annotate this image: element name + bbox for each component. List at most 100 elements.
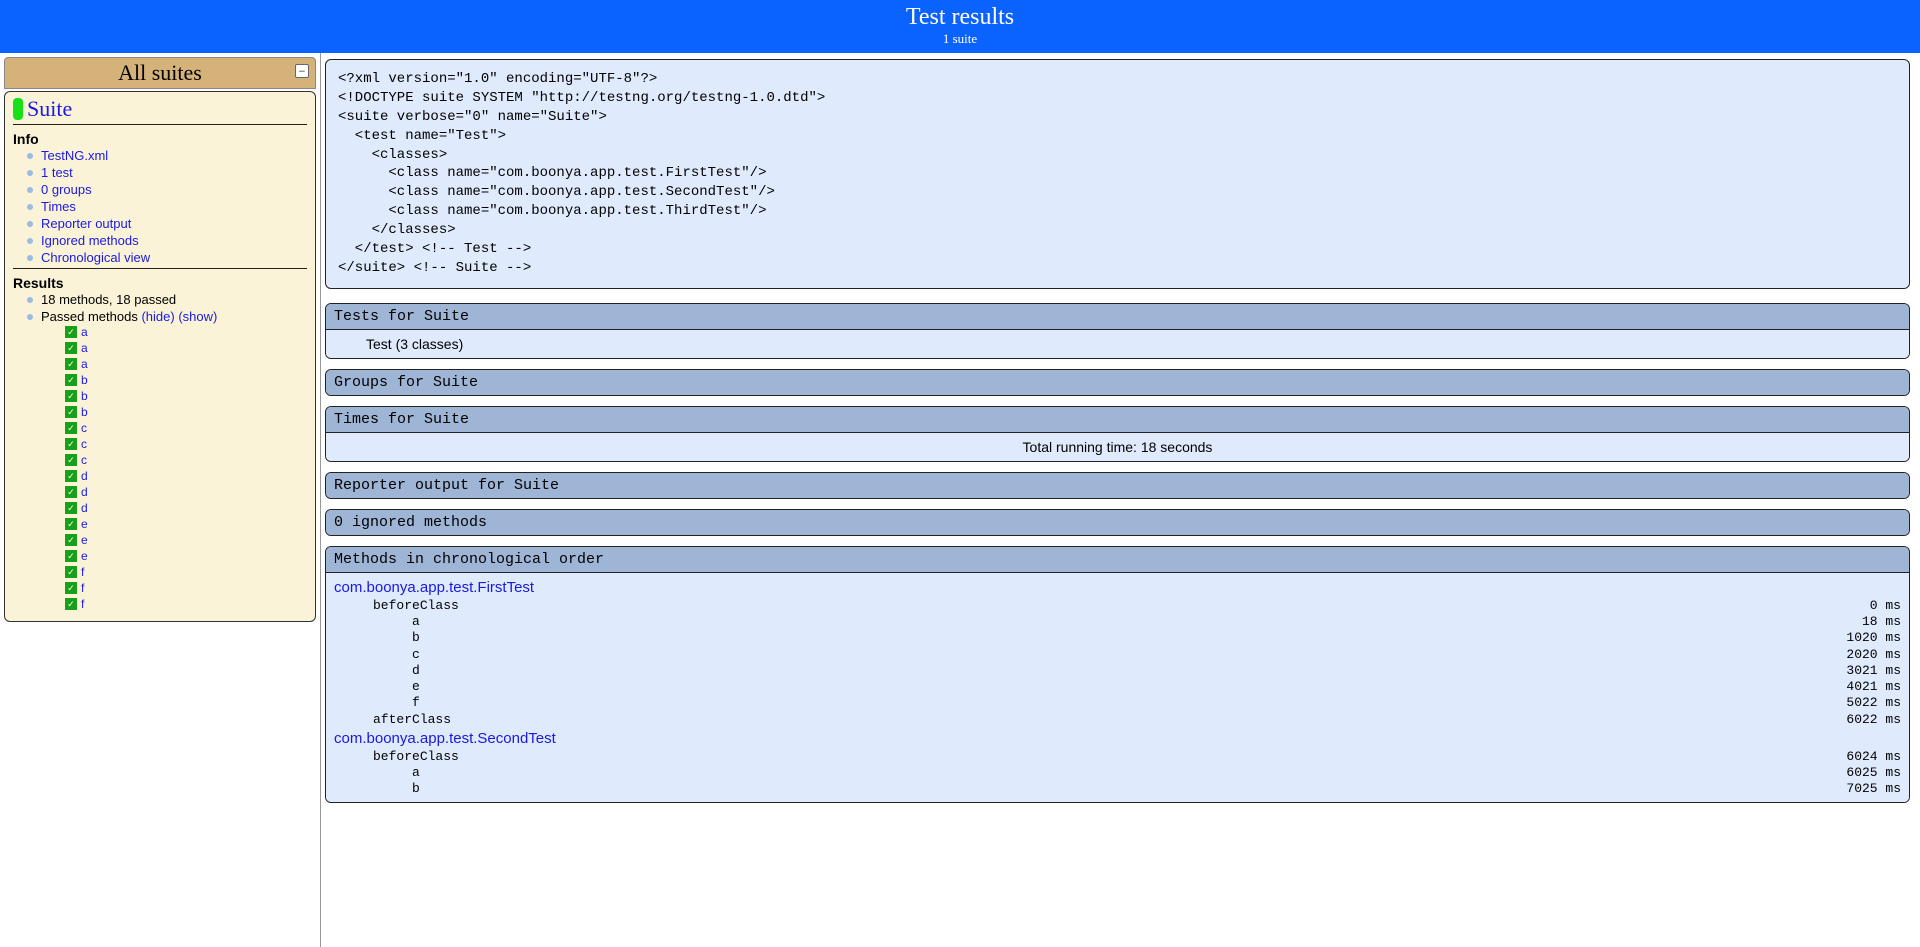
collapse-icon[interactable]: − (295, 64, 309, 78)
chrono-method-name: beforeClass (334, 598, 1821, 614)
page-header: Test results 1 suite (0, 0, 1920, 53)
chrono-row: c2020 ms (334, 647, 1901, 663)
ignored-block: 0 ignored methods (325, 509, 1910, 536)
info-list: TestNG.xml 1 test 0 groups Times Reporter ou… (13, 147, 307, 266)
method-item: ✓d (65, 468, 307, 484)
method-item: ✓c (65, 452, 307, 468)
chrono-time: 1020 ms (1821, 630, 1901, 646)
method-item: ✓f (65, 580, 307, 596)
right-panel[interactable]: <?xml version="1.0" encoding="UTF-8"?> <… (320, 53, 1920, 947)
info-link[interactable]: Reporter output (41, 216, 131, 231)
tests-body: Test (3 classes) (326, 330, 1909, 358)
info-link[interactable]: Ignored methods (41, 233, 139, 248)
results-heading: Results (13, 275, 307, 291)
info-item: 1 test (27, 164, 307, 181)
chrono-time: 2020 ms (1821, 647, 1901, 663)
method-link[interactable]: a (81, 357, 88, 371)
method-link[interactable]: c (81, 437, 87, 451)
info-link[interactable]: Chronological view (41, 250, 150, 265)
main-area: All suites − Suite Info TestNG.xml 1 test… (0, 53, 1920, 947)
chrono-time: 0 ms (1821, 598, 1901, 614)
chrono-block: Methods in chronological order com.boony… (325, 546, 1910, 803)
chrono-method-name: a (334, 614, 1821, 630)
method-link[interactable]: d (81, 501, 88, 515)
method-link[interactable]: e (81, 517, 88, 531)
method-link[interactable]: a (81, 341, 88, 355)
chrono-time: 5022 ms (1821, 695, 1901, 711)
method-link[interactable]: e (81, 533, 88, 547)
chrono-method-name: b (334, 630, 1821, 646)
check-icon: ✓ (65, 358, 77, 370)
check-icon: ✓ (65, 326, 77, 338)
method-item: ✓e (65, 516, 307, 532)
method-link[interactable]: b (81, 373, 88, 387)
chrono-method-name: f (334, 695, 1821, 711)
chrono-row: beforeClass6024 ms (334, 749, 1901, 765)
chrono-method-name: d (334, 663, 1821, 679)
suite-link[interactable]: Suite (27, 96, 72, 122)
info-item: Ignored methods (27, 232, 307, 249)
suite-panel: Suite Info TestNG.xml 1 test 0 groups Times… (4, 91, 316, 622)
method-item: ✓b (65, 372, 307, 388)
times-body: Total running time: 18 seconds (326, 433, 1909, 461)
check-icon: ✓ (65, 486, 77, 498)
chrono-body: com.boonya.app.test.FirstTest beforeClas… (326, 573, 1909, 802)
tests-heading: Tests for Suite (326, 304, 1909, 330)
check-icon: ✓ (65, 534, 77, 546)
chrono-method-name: beforeClass (334, 749, 1821, 765)
method-item: ✓d (65, 484, 307, 500)
info-link[interactable]: TestNG.xml (41, 148, 108, 163)
method-link[interactable]: d (81, 469, 88, 483)
divider (13, 124, 307, 125)
method-link[interactable]: b (81, 405, 88, 419)
page-title: Test results (0, 4, 1920, 31)
method-link[interactable]: c (81, 421, 87, 435)
method-item: ✓a (65, 356, 307, 372)
show-link[interactable]: (show) (178, 309, 217, 324)
chrono-time: 6024 ms (1821, 749, 1901, 765)
chrono-row: f5022 ms (334, 695, 1901, 711)
info-link[interactable]: 0 groups (41, 182, 92, 197)
method-link[interactable]: e (81, 549, 88, 563)
chrono-method-name: afterClass (334, 712, 1821, 728)
check-icon: ✓ (65, 342, 77, 354)
method-link[interactable]: d (81, 485, 88, 499)
check-icon: ✓ (65, 454, 77, 466)
method-link[interactable]: b (81, 389, 88, 403)
chrono-time: 7025 ms (1821, 781, 1901, 797)
check-icon: ✓ (65, 518, 77, 530)
page-subtitle: 1 suite (0, 31, 1920, 47)
results-list: 18 methods, 18 passed Passed methods (hi… (13, 291, 307, 613)
check-icon: ✓ (65, 598, 77, 610)
method-link[interactable]: f (81, 581, 84, 595)
chrono-row: b1020 ms (334, 630, 1901, 646)
chrono-row: afterClass6022 ms (334, 712, 1901, 728)
tests-block: Tests for Suite Test (3 classes) (325, 303, 1910, 359)
chrono-class-name: com.boonya.app.test.FirstTest (334, 577, 1901, 598)
info-heading: Info (13, 131, 307, 147)
chrono-row: a6025 ms (334, 765, 1901, 781)
all-suites-bar: All suites − (4, 57, 316, 89)
chrono-row: e4021 ms (334, 679, 1901, 695)
chrono-time: 6022 ms (1821, 712, 1901, 728)
chrono-method-name: e (334, 679, 1821, 695)
check-icon: ✓ (65, 374, 77, 386)
method-item: ✓f (65, 596, 307, 612)
method-link[interactable]: f (81, 565, 84, 579)
passed-methods-label: Passed methods (41, 309, 138, 324)
method-item: ✓e (65, 532, 307, 548)
method-link[interactable]: a (81, 325, 88, 339)
info-link[interactable]: 1 test (41, 165, 73, 180)
check-icon: ✓ (65, 502, 77, 514)
chrono-method-name: b (334, 781, 1821, 797)
info-item: TestNG.xml (27, 147, 307, 164)
method-item: ✓b (65, 404, 307, 420)
hide-link[interactable]: (hide) (141, 309, 174, 324)
ignored-heading: 0 ignored methods (326, 510, 1909, 535)
method-link[interactable]: f (81, 597, 84, 611)
info-link[interactable]: Times (41, 199, 76, 214)
method-link[interactable]: c (81, 453, 87, 467)
check-icon: ✓ (65, 470, 77, 482)
xml-block: <?xml version="1.0" encoding="UTF-8"?> <… (325, 59, 1910, 289)
method-item: ✓f (65, 564, 307, 580)
